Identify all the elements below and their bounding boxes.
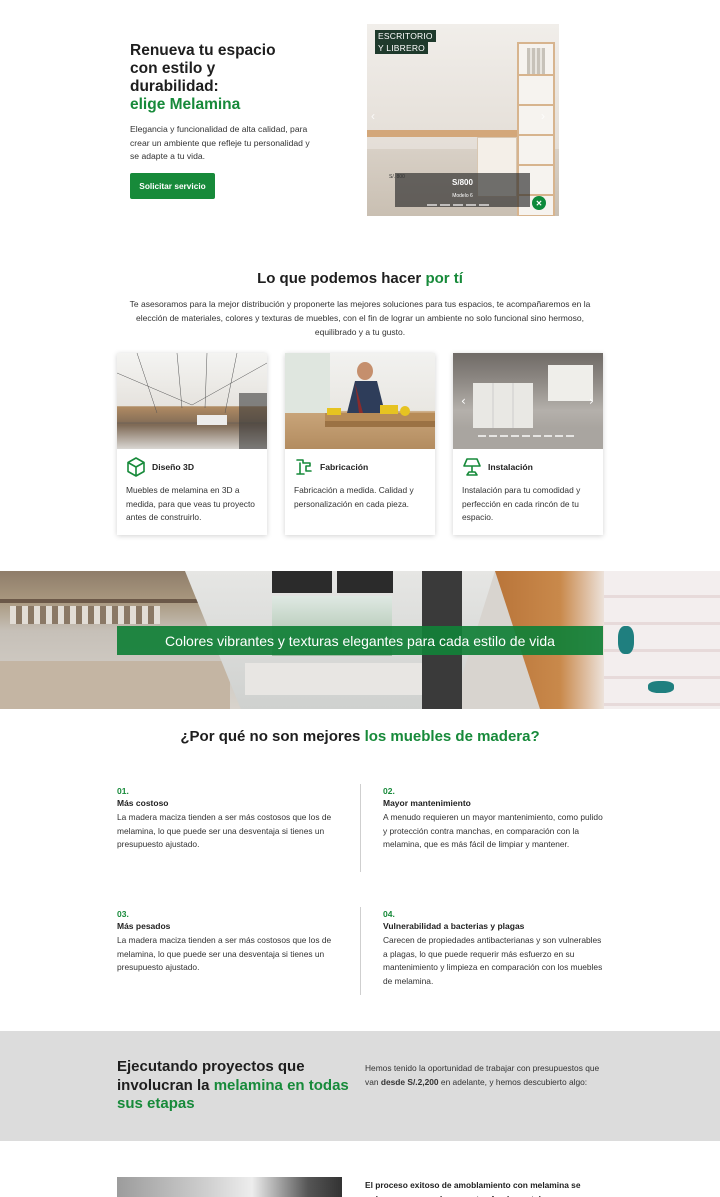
- service-card-fabrication[interactable]: Fabricación Fabricación a medida. Calida…: [285, 353, 435, 535]
- request-service-button[interactable]: Solicitar servicio: [130, 173, 215, 199]
- product-image-books: [527, 48, 545, 74]
- why-item-title: Más costoso: [117, 798, 169, 808]
- product-price-small: S/. 800: [389, 174, 405, 180]
- services-title-highlight: por tí: [425, 270, 463, 287]
- service-card-header: Fabricación: [294, 457, 368, 477]
- hero-title-line: durabilidad:: [130, 78, 219, 95]
- sketch-illustration: [117, 353, 267, 449]
- why-item-number: 02.: [383, 786, 395, 796]
- product-image-desk: [367, 130, 519, 137]
- banner-caption: Colores vibrantes y texturas elegantes p…: [117, 626, 603, 655]
- hero-title-line: con estilo y: [130, 60, 216, 77]
- service-card-3d-design[interactable]: Diseño 3D Muebles de melamina en 3D a me…: [117, 353, 267, 535]
- hero-title-highlight: elige Melamina: [130, 96, 241, 113]
- why-item-text: La madera maciza tienden a ser más costo…: [117, 935, 332, 972]
- product-price-band: S/800 Modelo 6: [395, 173, 530, 207]
- why-item: 01. Más costoso La madera maciza tienden…: [117, 786, 342, 852]
- why-title-highlight: los muebles de madera?: [364, 728, 540, 745]
- why-title-text: ¿Por qué no son mejores: [180, 728, 365, 745]
- product-carousel[interactable]: ESCRITORIO Y LIBRERO S/800 Modelo 6 S/. …: [367, 24, 559, 216]
- service-card-image: [117, 353, 267, 449]
- service-card-image: [285, 353, 435, 449]
- why-item-text: A menudo requieren un mayor mantenimient…: [383, 812, 603, 849]
- divider: [360, 784, 361, 872]
- projects-title: Ejecutando proyectos que involucran la m…: [117, 1058, 357, 1114]
- cube-icon: [127, 457, 145, 477]
- banner-bowl: [648, 681, 674, 693]
- why-item: 04. Vulnerabilidad a bacterias y plagas …: [383, 909, 608, 988]
- why-item-number: 01.: [117, 786, 129, 796]
- saw-icon: [296, 459, 312, 475]
- chevron-right-icon[interactable]: ›: [541, 109, 545, 123]
- hero-section: Renueva tu espacio con estilo y durabili…: [0, 0, 720, 240]
- services-title-text: Lo que podemos hacer: [257, 270, 426, 287]
- banner-blind: [337, 571, 393, 593]
- why-item-title: Más pesados: [117, 921, 171, 931]
- product-model: Modelo 6: [452, 193, 473, 199]
- service-card-header: Diseño 3D: [126, 457, 194, 477]
- why-item-number: 03.: [117, 909, 129, 919]
- banner-vase: [618, 626, 634, 654]
- why-item: 03. Más pesados La madera maciza tienden…: [117, 909, 342, 975]
- product-price: S/800: [452, 178, 473, 187]
- process-text: El proceso exitoso de amoblamiento con m…: [365, 1180, 581, 1197]
- why-item-number: 04.: [383, 909, 395, 919]
- styles-banner: Colores vibrantes y texturas elegantes p…: [0, 571, 720, 709]
- services-title: Lo que podemos hacer por tí: [0, 270, 720, 287]
- carpenter-illustration: [285, 353, 435, 427]
- kitchen-illustration: ‹ ›: [453, 365, 603, 449]
- brand-logo-icon: ✕: [532, 196, 546, 210]
- project-image: [117, 1177, 342, 1197]
- why-item-title: Vulnerabilidad a bacterias y plagas: [383, 921, 525, 931]
- service-card-text: Muebles de melamina en 3D a medida, para…: [126, 485, 255, 522]
- service-card-text: Fabricación a medida. Calidad y personal…: [294, 485, 414, 509]
- lamp-icon: [463, 458, 481, 476]
- svg-text:‹: ‹: [461, 394, 466, 408]
- service-card-title: Fabricación: [320, 462, 369, 472]
- service-card-title: Diseño 3D: [152, 462, 195, 472]
- service-card-image: ‹ ›: [453, 353, 603, 449]
- why-item-text: La madera maciza tienden a ser más costo…: [117, 812, 332, 849]
- why-title: ¿Por qué no son mejores los muebles de m…: [0, 728, 720, 745]
- product-tag-line: Y LIBRERO: [375, 42, 428, 54]
- banner-blind: [272, 571, 332, 593]
- svg-text:›: ›: [589, 394, 594, 408]
- service-card-header: Instalación: [462, 457, 533, 477]
- why-item-text: Carecen de propiedades antibacterianas y…: [383, 935, 603, 986]
- hero-description: Elegancia y funcionalidad de alta calida…: [130, 124, 310, 161]
- banner-sofa: [245, 663, 425, 695]
- carousel-dots[interactable]: [427, 204, 489, 206]
- divider: [360, 907, 361, 995]
- service-card-text: Instalación para tu comodidad y perfecci…: [462, 485, 581, 522]
- projects-text-bold: desde S/.2,200: [380, 1076, 439, 1087]
- projects-text-part: en adelante, y hemos descubierto algo:: [438, 1076, 588, 1087]
- projects-text: Hemos tenido la oportunidad de trabajar …: [365, 1062, 610, 1089]
- why-item-title: Mayor mantenimiento: [383, 798, 471, 808]
- chevron-left-icon[interactable]: ‹: [371, 109, 375, 123]
- projects-section: Ejecutando proyectos que involucran la m…: [0, 1031, 720, 1141]
- hero-title-line: Renueva tu espacio: [130, 42, 276, 59]
- service-card-title: Instalación: [488, 462, 533, 472]
- why-item: 02. Mayor mantenimiento A menudo requier…: [383, 786, 608, 852]
- product-tag-line: ESCRITORIO: [375, 30, 436, 42]
- service-card-installation[interactable]: ‹ › Instalación Instalación para tu como…: [453, 353, 603, 535]
- services-description: Te asesoramos para la mejor distribución…: [129, 299, 591, 337]
- hero-title: Renueva tu espacio con estilo y durabili…: [130, 42, 330, 114]
